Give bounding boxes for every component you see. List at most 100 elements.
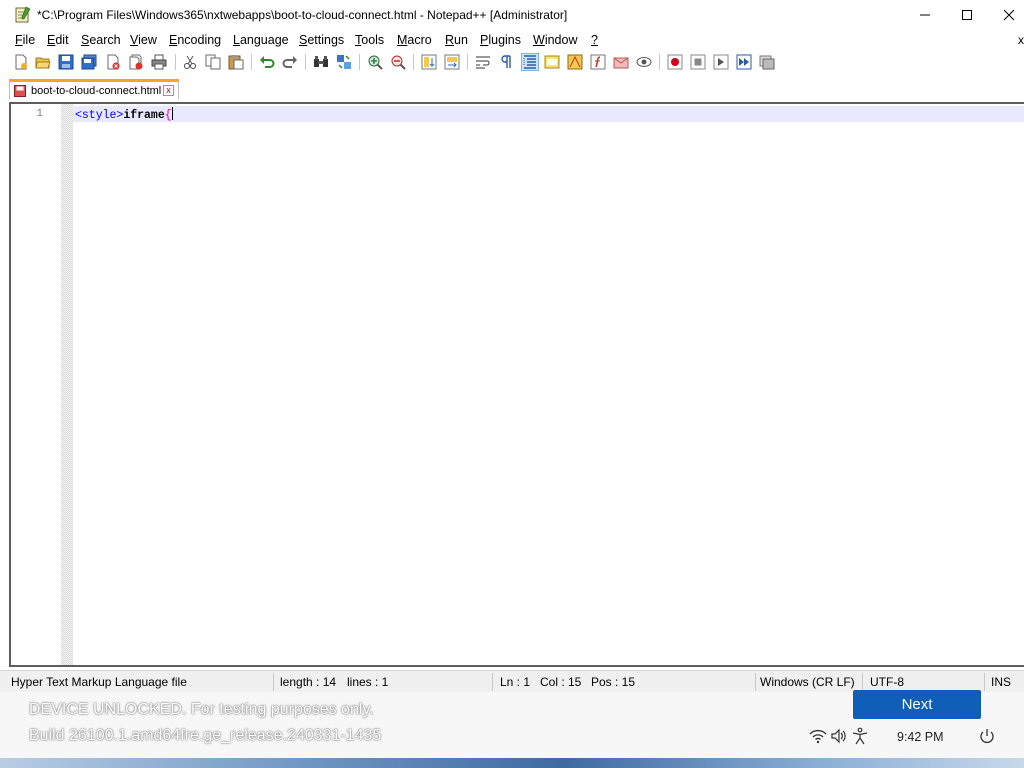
maximize-icon [962, 10, 972, 20]
unsaved-file-icon [14, 85, 26, 97]
print-icon[interactable] [151, 54, 167, 70]
menu-window[interactable]: Window [533, 33, 577, 47]
replace-icon[interactable] [336, 54, 352, 70]
watermark-line-1: DEVICE UNLOCKED. For testing purposes on… [29, 701, 374, 718]
new-file-icon[interactable] [13, 54, 29, 70]
tab-bar: boot-to-cloud-connect.html x [0, 76, 1024, 102]
toolbar-separator [175, 54, 176, 70]
notepadpp-window: *C:\Program Files\Windows365\nxtwebapps\… [0, 0, 1024, 692]
menu-bar: File Edit Search View Encoding Language … [0, 31, 1024, 50]
menu-help[interactable]: ? [591, 33, 598, 47]
accessibility-icon[interactable] [851, 727, 869, 745]
status-position: Pos : 15 [591, 675, 636, 689]
language-folder-icon[interactable] [544, 54, 560, 70]
text-caret [171, 107, 173, 120]
document-map-icon[interactable] [567, 54, 583, 70]
menu-edit[interactable]: Edit [47, 33, 69, 47]
zoom-in-icon[interactable] [367, 54, 383, 70]
clock: 9:42 PM [897, 730, 944, 744]
open-file-icon[interactable] [35, 54, 51, 70]
maximize-button[interactable] [944, 0, 990, 30]
status-eol: Windows (CR LF) [760, 675, 855, 689]
folder-workspace-icon[interactable] [613, 54, 629, 70]
copy-icon[interactable] [205, 54, 221, 70]
find-icon[interactable] [313, 54, 329, 70]
menu-encoding[interactable]: Encoding [169, 33, 221, 47]
minimize-icon [920, 14, 930, 16]
menu-run[interactable]: Run [445, 33, 468, 47]
menu-plugins[interactable]: Plugins [480, 33, 521, 47]
indent-guide-icon[interactable] [521, 53, 539, 71]
status-bar: Hyper Text Markup Language file length :… [0, 670, 1024, 692]
toolbar-separator [413, 54, 414, 70]
title-bar: *C:\Program Files\Windows365\nxtwebapps\… [0, 0, 1024, 30]
run-multiple-icon[interactable] [736, 54, 752, 70]
toolbar [0, 51, 1024, 73]
editor-area[interactable]: 1 <style>iframe{ [9, 102, 1024, 667]
close-all-icon[interactable] [128, 54, 144, 70]
wallpaper-strip [0, 758, 1024, 768]
play-macro-icon[interactable] [713, 54, 729, 70]
code-brace-token: { [164, 109, 172, 122]
show-all-chars-icon[interactable] [498, 54, 514, 70]
menu-macro[interactable]: Macro [397, 33, 432, 47]
code-text-token: iframe [123, 109, 165, 122]
close-window-button[interactable] [986, 0, 1024, 30]
toolbar-separator [251, 54, 252, 70]
volume-icon[interactable] [830, 727, 848, 745]
tab-label: boot-to-cloud-connect.html [31, 85, 162, 97]
status-divider [862, 673, 863, 691]
menu-file[interactable]: File [15, 33, 35, 47]
word-wrap-icon[interactable] [475, 54, 491, 70]
status-column: Col : 15 [540, 675, 582, 689]
status-lines: lines : 1 [347, 675, 389, 689]
save-all-icon[interactable] [81, 54, 97, 70]
stop-record-icon[interactable] [690, 54, 706, 70]
tab-boot-to-cloud-connect[interactable]: boot-to-cloud-connect.html x [9, 79, 179, 99]
line-number: 1 [36, 108, 43, 120]
current-line-highlight [73, 106, 1024, 122]
status-language: Hyper Text Markup Language file [11, 675, 187, 689]
save-icon[interactable] [58, 54, 74, 70]
minimize-button[interactable] [902, 0, 948, 30]
code-tag-token: <style> [75, 109, 124, 122]
menu-settings[interactable]: Settings [299, 33, 344, 47]
status-length: length : 14 [280, 675, 337, 689]
fold-margin[interactable] [61, 104, 73, 665]
next-button[interactable]: Next [853, 690, 981, 719]
status-divider [273, 673, 274, 691]
monitor-icon[interactable] [636, 54, 652, 70]
paste-icon[interactable] [228, 54, 244, 70]
wifi-icon[interactable] [809, 727, 827, 745]
zoom-out-icon[interactable] [390, 54, 406, 70]
status-insert-mode: INS [991, 675, 1012, 689]
line-number-gutter: 1 [11, 104, 61, 665]
save-macro-icon[interactable] [759, 54, 775, 70]
redo-icon[interactable] [282, 54, 298, 70]
function-list-icon[interactable] [590, 54, 606, 70]
close-document-button[interactable]: x [1018, 33, 1024, 47]
menu-tools[interactable]: Tools [355, 33, 384, 47]
cut-icon[interactable] [182, 54, 198, 70]
toolbar-separator [467, 54, 468, 70]
toolbar-separator [359, 54, 360, 70]
toolbar-separator [305, 54, 306, 70]
toolbar-separator [659, 54, 660, 70]
undo-icon[interactable] [259, 54, 275, 70]
code-line[interactable]: <style>iframe{ [75, 107, 173, 122]
sync-horizontal-icon[interactable] [444, 54, 460, 70]
status-divider [755, 673, 756, 691]
status-line-number: Ln : 1 [500, 675, 531, 689]
menu-view[interactable]: View [130, 33, 157, 47]
sync-vertical-icon[interactable] [421, 54, 437, 70]
power-icon[interactable] [978, 727, 996, 745]
window-title: *C:\Program Files\Windows365\nxtwebapps\… [37, 8, 568, 22]
record-macro-icon[interactable] [667, 54, 683, 70]
status-divider [492, 673, 493, 691]
menu-language[interactable]: Language [233, 33, 289, 47]
status-divider [984, 673, 985, 691]
tab-close-button[interactable]: x [163, 85, 174, 96]
close-file-icon[interactable] [105, 54, 121, 70]
menu-search[interactable]: Search [81, 33, 121, 47]
watermark-line-2: Build 26100.1.amd64fre.ge_release.240331… [29, 727, 382, 744]
